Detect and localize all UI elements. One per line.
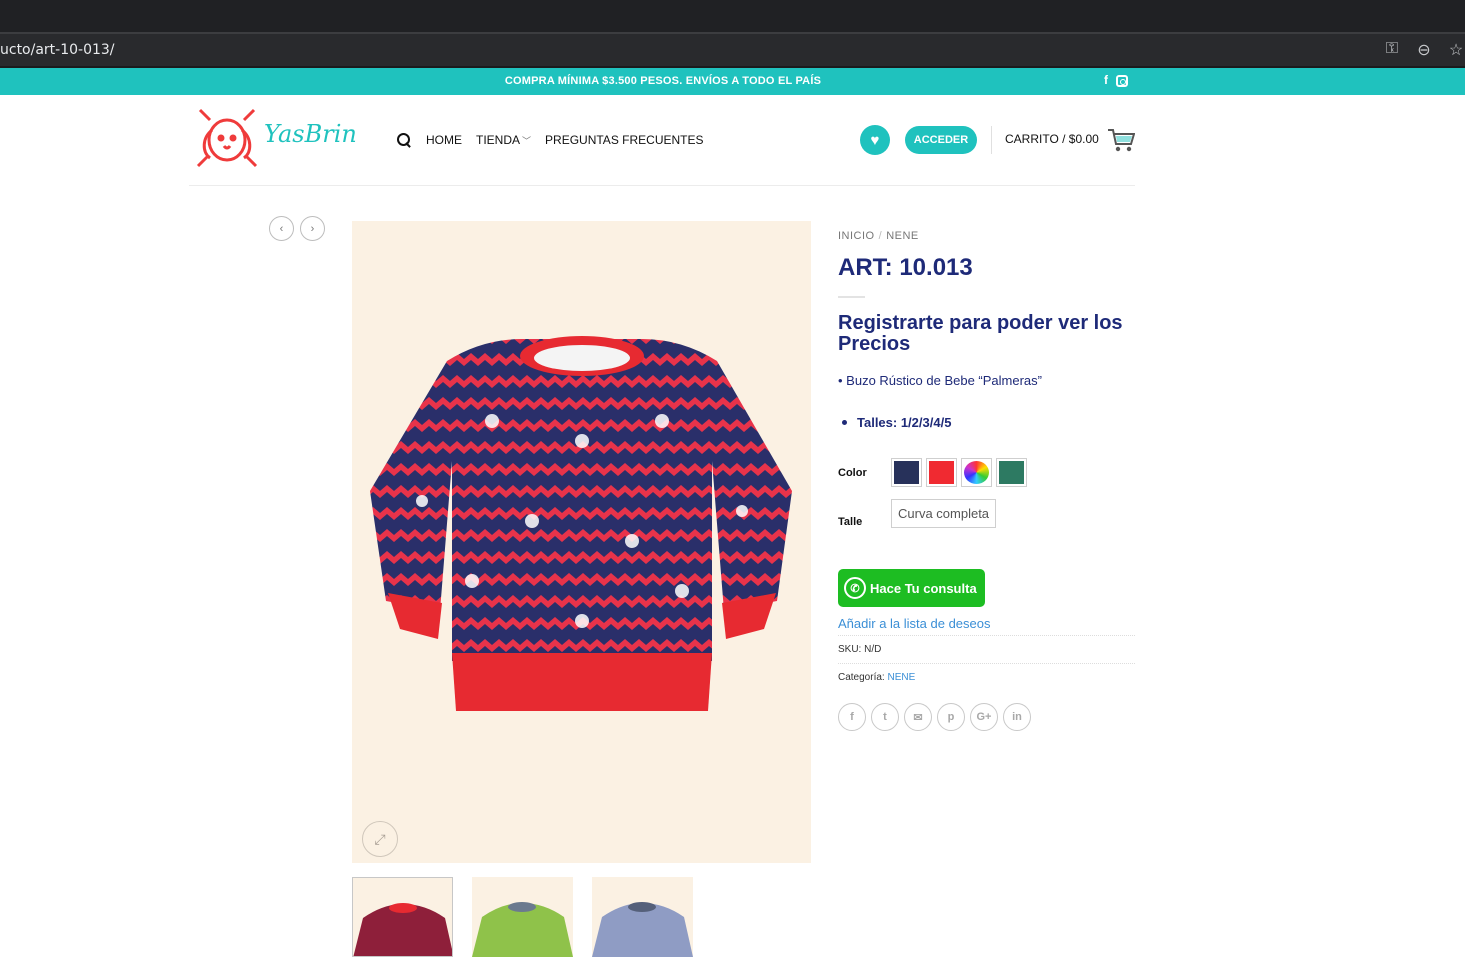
sweater-illustration [370,336,792,711]
thumbnail-blue-image [592,902,693,957]
prev-product-button[interactable]: ‹ [269,216,294,241]
color-variation-row: Color [838,458,1027,487]
whatsapp-button[interactable]: ✆ Hace Tu consulta [838,569,985,607]
thumbnail-green-image [472,902,573,957]
zoom-button[interactable]: ⤢ [362,821,398,857]
next-product-button[interactable]: › [300,216,325,241]
size-variation-row: Talle Curva completa [838,498,997,528]
whatsapp-icon: ✆ [844,577,866,599]
sku-row: SKU: N/D [838,644,881,655]
breadcrumb-separator: / [878,230,883,242]
breadcrumb: INICIO / NENE [838,230,1135,242]
share-twitter-icon[interactable]: t [871,703,899,731]
swatch-multicolor[interactable] [961,458,992,487]
share-email-icon[interactable]: ✉ [904,703,932,731]
color-swatches [891,458,1027,487]
bullet [842,420,847,425]
size-label: Talle [838,516,863,528]
announcement-bar: COMPRA MÍNIMA $3.500 PESOS. ENVÍOS A TOD… [0,68,1465,95]
star-icon[interactable]: ☆ [1447,40,1465,60]
facebook-icon[interactable]: f [1104,73,1108,87]
swatch-green[interactable] [996,458,1027,487]
product-info: INICIO / NENE ART: 10.013 Registrarte para… [838,230,1135,731]
title-divider [838,296,865,298]
header-divider [991,126,992,154]
sizes-list-item: Talles: 1/2/3/4/5 [838,415,1135,430]
product-nav: ‹ › [269,216,325,241]
size-option-curva-completa[interactable]: Curva completa [891,498,997,528]
swatch-navy[interactable] [891,458,922,487]
price-notice[interactable]: Registrarte para poder ver los Precios [838,313,1135,355]
chevron-left-icon: ‹ [279,222,284,235]
zoom-icon[interactable]: ⊖ [1415,40,1433,60]
sku-label: SKU: [838,644,862,655]
nav-home[interactable]: HOME [426,133,462,147]
expand-icon: ⤢ [374,830,386,847]
swatch-red[interactable] [926,458,957,487]
chevron-right-icon: › [310,222,315,235]
main-nav: HOME TIENDA ﹀ PREGUNTAS FRECUENTES [396,132,704,148]
add-to-wishlist-link[interactable]: Añadir a la lista de deseos [838,616,990,631]
thumbnail-red[interactable] [352,877,453,957]
category-row: Categoría: NENE [838,672,915,683]
share-facebook-icon[interactable]: f [838,703,866,731]
meta-divider [838,663,1135,664]
chevron-down-icon: ﹀ [522,136,532,146]
brand-logo-text[interactable]: YasBrin [264,120,357,148]
breadcrumb-nene[interactable]: NENE [886,230,919,242]
bunny-icon [196,108,258,168]
nav-tienda-label[interactable]: TIENDA [476,133,520,147]
header-divider-line [189,185,1135,186]
share-buttons: f t ✉ p G+ in [838,703,1031,731]
product-title: ART: 10.013 [838,254,973,281]
cart-link[interactable]: CARRITO / $0.00 [1005,132,1099,146]
share-pinterest-icon[interactable]: p [937,703,965,731]
meta-divider [838,635,1135,636]
thumbnail-blue[interactable] [592,877,693,957]
nav-tienda[interactable]: TIENDA ﹀ [476,133,531,147]
breadcrumb-inicio[interactable]: INICIO [838,230,875,242]
share-linkedin-icon[interactable]: in [1003,703,1031,731]
wishlist-button[interactable]: ♥ [860,125,890,155]
login-button[interactable]: ACCEDER [905,126,977,154]
sku-value: N/D [864,644,882,655]
browser-address-bar[interactable]: ucto/art-10-013/ ⚿ ⊖ ☆ [0,32,1465,66]
key-icon[interactable]: ⚿ [1383,40,1401,60]
search-icon[interactable] [396,132,412,148]
category-label: Categoría: [838,672,885,683]
heart-icon: ♥ [870,131,880,149]
nav-faq[interactable]: PREGUNTAS FRECUENTES [545,133,703,147]
thumbnail-green[interactable] [472,877,573,957]
product-thumbnails [352,877,693,957]
cart-icon[interactable] [1107,127,1135,153]
url-text[interactable]: ucto/art-10-013/ [0,42,115,58]
color-label: Color [838,466,867,479]
sizes-text: Talles: 1/2/3/4/5 [857,415,952,430]
share-googleplus-icon[interactable]: G+ [970,703,998,731]
category-link[interactable]: NENE [887,672,915,683]
whatsapp-label: Hace Tu consulta [870,580,977,596]
instagram-icon[interactable] [1116,75,1128,87]
browser-toolbar-icons: ⚿ ⊖ ☆ [1383,40,1465,60]
social-links: f [1104,73,1128,87]
product-description: • Buzo Rústico de Bebe “Palmeras” [838,373,1042,388]
thumbnail-red-image [353,903,452,956]
product-main-image[interactable]: ⤢ [352,221,811,863]
browser-titlebar [0,0,1465,32]
